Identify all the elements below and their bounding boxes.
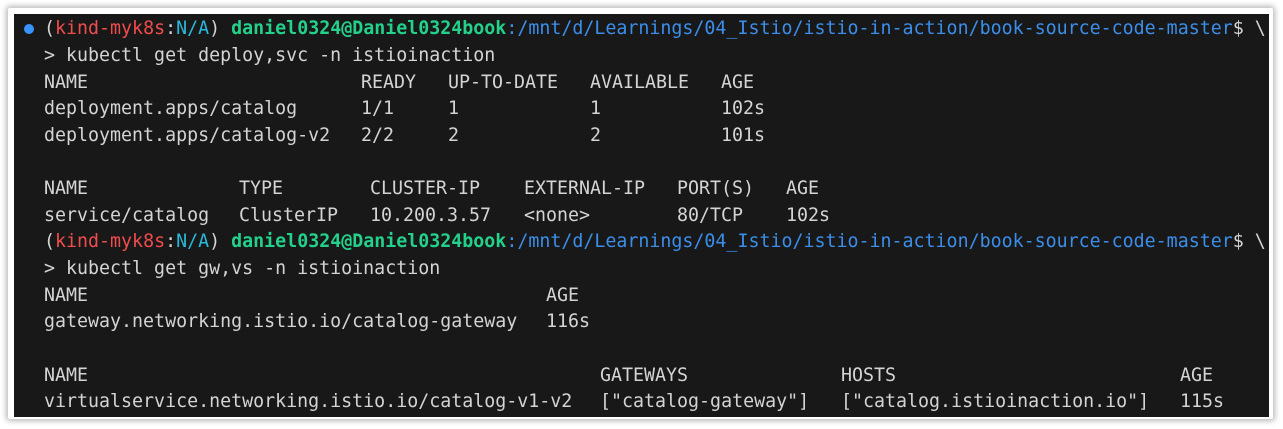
table-cell: ["catalog-gateway"] bbox=[600, 391, 810, 412]
table-cell: 2/2 bbox=[361, 125, 395, 146]
circle-dot-icon bbox=[24, 24, 34, 34]
table-cell: <none> bbox=[524, 205, 591, 226]
column-header: NAME bbox=[44, 178, 89, 199]
table-cell: 102s bbox=[721, 98, 766, 119]
table-cell: virtualservice.networking.istio.io/catal… bbox=[44, 391, 573, 412]
table-row: gateway.networking.istio.io/catalog-gate… bbox=[14, 309, 1269, 335]
column-header: AGE bbox=[546, 285, 580, 306]
table-cell: 115s bbox=[1180, 391, 1225, 412]
column-header: NAME bbox=[44, 285, 89, 306]
prompt-paren-open: ( bbox=[44, 231, 56, 252]
table-cell: gateway.networking.istio.io/catalog-gate… bbox=[44, 311, 518, 332]
table-cell: 102s bbox=[786, 205, 831, 226]
prompt-paren-close: ) bbox=[209, 231, 221, 252]
table-cell: ["catalog.istioinaction.io"] bbox=[841, 391, 1150, 412]
command-text: > kubectl get deploy,svc -n istioinactio… bbox=[44, 45, 496, 66]
column-header: TYPE bbox=[239, 178, 284, 199]
prompt-line-2: (kind-myk8s:N/A) daniel0324@Daniel0324bo… bbox=[14, 229, 1269, 255]
table-row: virtualservice.networking.istio.io/catal… bbox=[14, 389, 1269, 415]
table-row: deployment.apps/catalog 1/1 1 1 102s bbox=[14, 96, 1269, 122]
table-cell: 101s bbox=[721, 125, 766, 146]
table-row: service/catalog ClusterIP 10.200.3.57 <n… bbox=[14, 203, 1269, 229]
prompt-path: :/mnt/d/Learnings/04_Istio/istio-in-acti… bbox=[506, 231, 1233, 252]
column-header: AGE bbox=[721, 72, 755, 93]
table-cell: 1/1 bbox=[361, 98, 395, 119]
column-header: UP-TO-DATE bbox=[448, 72, 559, 93]
table-cell: 1 bbox=[448, 98, 460, 119]
prompt-suffix: $ \ bbox=[1232, 18, 1266, 39]
column-header: NAME bbox=[44, 72, 89, 93]
command-line-1: > kubectl get deploy,svc -n istioinactio… bbox=[14, 43, 495, 69]
table-cell: 2 bbox=[448, 125, 460, 146]
table-cell: 1 bbox=[590, 98, 602, 119]
table-cell: 80/TCP bbox=[677, 205, 744, 226]
table-header: NAME AGE bbox=[14, 283, 1269, 309]
prompt-line-1: (kind-myk8s:N/A) daniel0324@Daniel0324bo… bbox=[14, 16, 1269, 42]
column-header: AGE bbox=[786, 178, 820, 199]
prompt-context: kind-myk8s bbox=[55, 231, 166, 252]
column-header: PORT(S) bbox=[677, 178, 755, 199]
table-cell: ClusterIP bbox=[239, 205, 339, 226]
table-row: deployment.apps/catalog-v2 2/2 2 2 101s bbox=[14, 123, 1269, 149]
prompt-path: :/mnt/d/Learnings/04_Istio/istio-in-acti… bbox=[506, 18, 1233, 39]
table-cell: deployment.apps/catalog-v2 bbox=[44, 125, 331, 146]
table-cell: 2 bbox=[590, 125, 602, 146]
table-header: NAME READY UP-TO-DATE AVAILABLE AGE bbox=[14, 70, 1269, 96]
column-header: AGE bbox=[1180, 365, 1214, 386]
prompt-colon: : bbox=[165, 231, 177, 252]
column-header: NAME bbox=[44, 365, 89, 386]
command-text: > kubectl get gw,vs -n istioinaction bbox=[44, 258, 441, 279]
prompt-user-host: daniel0324@Daniel0324book bbox=[231, 231, 507, 252]
prompt-context: kind-myk8s bbox=[55, 18, 166, 39]
prompt-namespace: N/A bbox=[176, 18, 210, 39]
table-header: NAME TYPE CLUSTER-IP EXTERNAL-IP PORT(S)… bbox=[14, 176, 1269, 202]
prompt-user-host: daniel0324@Daniel0324book bbox=[231, 18, 507, 39]
command-line-2: > kubectl get gw,vs -n istioinaction bbox=[14, 256, 440, 282]
prompt-colon: : bbox=[165, 18, 177, 39]
column-header: EXTERNAL-IP bbox=[524, 178, 646, 199]
column-header: CLUSTER-IP bbox=[370, 178, 481, 199]
table-header: NAME GATEWAYS HOSTS AGE bbox=[14, 363, 1269, 389]
table-cell: deployment.apps/catalog bbox=[44, 98, 298, 119]
table-cell: service/catalog bbox=[44, 205, 210, 226]
column-header: AVAILABLE bbox=[590, 72, 690, 93]
column-header: GATEWAYS bbox=[600, 365, 689, 386]
prompt-paren-open: ( bbox=[44, 18, 56, 39]
prompt-paren-close: ) bbox=[209, 18, 221, 39]
column-header: READY bbox=[361, 72, 417, 93]
table-cell: 116s bbox=[546, 311, 591, 332]
column-header: HOSTS bbox=[841, 365, 897, 386]
prompt-namespace: N/A bbox=[176, 231, 210, 252]
prompt-suffix: $ \ bbox=[1232, 231, 1266, 252]
table-cell: 10.200.3.57 bbox=[370, 205, 492, 226]
terminal-output[interactable]: (kind-myk8s:N/A) daniel0324@Daniel0324bo… bbox=[14, 14, 1269, 417]
